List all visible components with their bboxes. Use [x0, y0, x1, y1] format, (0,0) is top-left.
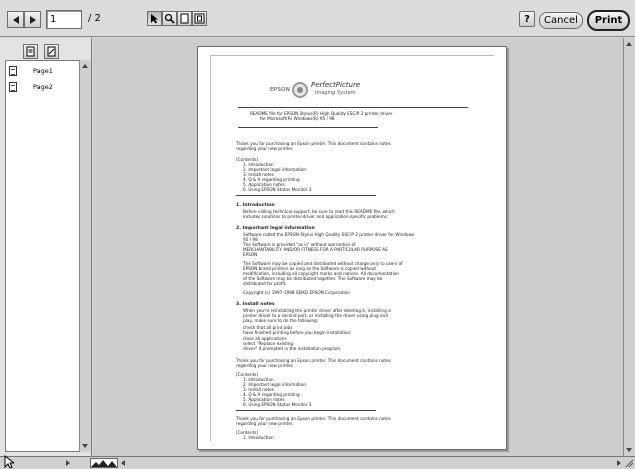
scroll-up-arrow-icon[interactable] — [82, 64, 88, 68]
sidebar-tools — [23, 44, 59, 59]
resize-grip-icon[interactable] — [625, 459, 634, 468]
triangle-right-icon — [29, 15, 36, 24]
epson-perfectpicture-logo: EPSON PerfectPicture Imaging System — [270, 81, 360, 101]
next-page-button[interactable] — [24, 11, 41, 28]
divider — [238, 127, 378, 128]
cancel-button[interactable]: Cancel — [539, 12, 583, 29]
fit-page-button[interactable] — [192, 11, 207, 26]
page-total-label: / 2 — [88, 13, 101, 24]
thanks-line: regarding your new printer. — [236, 146, 294, 151]
page-nav-group — [7, 11, 41, 28]
readme-subtitle: for Microsoft(R) Windows(R) 95 / 98 — [260, 116, 335, 121]
logo-emblem-icon — [292, 82, 308, 98]
print-preview-area: EPSON PerfectPicture Imaging System READ… — [93, 38, 623, 456]
toolbar: / 2 ? Cancel Print — [0, 0, 635, 37]
section-heading: 2. Important legal information — [236, 226, 315, 231]
scroll-right-arrow-icon[interactable] — [617, 460, 621, 466]
zoom-slider[interactable] — [90, 458, 118, 468]
help-button[interactable]: ? — [519, 11, 535, 27]
preview-page[interactable]: EPSON PerfectPicture Imaging System READ… — [197, 46, 507, 450]
add-page-button[interactable] — [23, 44, 38, 59]
page-list-item-2[interactable]: Page2 — [6, 80, 79, 93]
remove-page-button[interactable] — [44, 44, 59, 59]
divider — [236, 195, 376, 196]
magnifier-icon — [164, 13, 175, 24]
mountain-zoom-icon — [91, 460, 117, 467]
scroll-left-arrow-icon[interactable] — [121, 460, 125, 466]
section-heading: 3. Install notes — [236, 302, 275, 307]
thanks-line: regarding your new printer. — [236, 421, 294, 426]
thanks-line: regarding your new printer. — [236, 363, 294, 368]
divider — [238, 107, 468, 108]
single-page-view-button[interactable] — [177, 11, 192, 26]
page-list-label: Page1 — [33, 66, 53, 75]
triangle-left-icon — [12, 15, 19, 24]
view-tools-group — [147, 11, 207, 26]
print-button[interactable]: Print — [587, 10, 630, 31]
mouse-pointer-icon — [4, 455, 14, 469]
scroll-down-arrow-icon[interactable] — [82, 444, 88, 448]
page-icon — [26, 46, 35, 57]
logo-title: PerfectPicture — [311, 81, 361, 89]
body-line: distributed for profit. — [243, 281, 287, 286]
page-remove-icon — [47, 46, 56, 57]
body-line: MERCHANTABILITY AND/OR FITNESS FOR A PAR… — [243, 247, 388, 252]
arrow-cursor-icon — [151, 14, 158, 24]
body-line: Software called the EPSON Stylus High Qu… — [243, 232, 415, 237]
horizontal-scrollbar[interactable] — [0, 456, 635, 469]
body-line: EPSON — [243, 252, 258, 257]
page-list: Page1 Page2 — [5, 60, 80, 452]
toc-item: 1. Introduction — [243, 435, 274, 440]
page-thumbnail-sidebar: Page1 Page2 — [0, 38, 92, 456]
toc-item: 6. Using EPSON Status Monitor 3 — [243, 187, 312, 192]
body-line: driver" if prompted in the installation … — [243, 346, 342, 351]
document-icon — [9, 81, 17, 92]
scroll-up-arrow-icon[interactable] — [626, 42, 632, 46]
divider — [236, 410, 376, 411]
page-number-input[interactable] — [46, 10, 82, 29]
body-line: play, make sure to do the following: — [243, 318, 319, 323]
fit-page-icon — [194, 13, 205, 24]
logo-subtitle: Imaging System — [315, 90, 356, 96]
page-view-icon — [180, 13, 189, 24]
document-icon — [9, 65, 17, 76]
previous-page-button[interactable] — [7, 11, 24, 28]
body-line: includes solutions to printer-driver and… — [243, 214, 389, 219]
scroll-right-arrow-icon[interactable] — [66, 460, 70, 466]
page-list-label: Page2 — [33, 82, 53, 91]
scroll-down-arrow-icon[interactable] — [626, 448, 632, 452]
page-list-item-1[interactable]: Page1 — [6, 64, 79, 77]
toc-item: 6. Using EPSON Status Monitor 3 — [243, 402, 312, 407]
logo-brand: EPSON — [270, 87, 291, 93]
zoom-tool-button[interactable] — [162, 11, 177, 26]
arrow-tool-button[interactable] — [147, 11, 162, 26]
body-line: Copyright (c) 1997-1998 SEIKO EPSON Corp… — [243, 290, 350, 295]
body-line: have finished printing before you begin … — [243, 330, 352, 335]
section-heading: 1. Introduction — [236, 203, 275, 208]
sidebar-scrollbar[interactable] — [79, 60, 91, 452]
preview-vertical-scrollbar[interactable] — [623, 38, 635, 456]
